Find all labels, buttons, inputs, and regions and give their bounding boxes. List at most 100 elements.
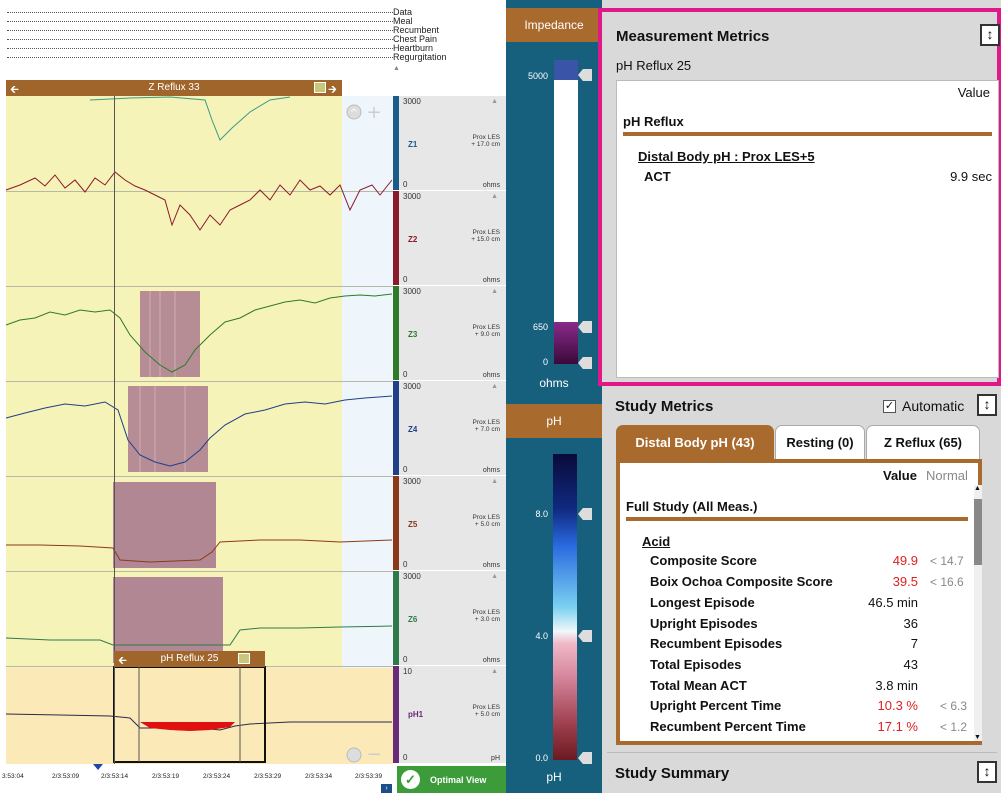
channel-up-icon[interactable]: ▲ xyxy=(491,98,498,105)
ph-reflux-bar[interactable]: 🡰 pH Reflux 25 xyxy=(114,651,265,667)
channel-max: 3000 xyxy=(403,192,421,201)
metric-normal: < 1.2 xyxy=(940,720,968,734)
metric-label: Boix Ochoa Composite Score xyxy=(650,574,833,589)
metric-value: 7 xyxy=(910,636,918,651)
channel-unit: ohms xyxy=(482,372,500,379)
ph-threshold-marker[interactable] xyxy=(578,630,592,642)
channel-name: Z4 xyxy=(408,425,418,434)
automatic-checkbox[interactable]: ✓ xyxy=(883,400,896,413)
metric-value: 49.9 xyxy=(892,553,918,568)
measurement-metrics-title: Measurement Metrics xyxy=(616,28,770,45)
impedance-gauge-title: Impedance xyxy=(506,8,602,42)
channel-z3[interactable]: 3000 ▲ Z3 Prox LES + 9.0 cm 0 ohms xyxy=(393,286,506,381)
ph-threshold-marker[interactable] xyxy=(578,508,592,520)
tracing-waveforms: ^ + − xyxy=(5,96,393,765)
scrollbar-thumb[interactable] xyxy=(974,499,982,565)
channel-up-icon[interactable]: ▲ xyxy=(491,383,498,390)
metric-label: Composite Score xyxy=(650,553,757,568)
study-summary-title[interactable]: Study Summary xyxy=(615,765,729,782)
time-axis: 3:53:04 2/3:53:09 2/3:53:14 2/3:53:19 2/… xyxy=(0,764,393,793)
metric-value: 46.5 min xyxy=(868,595,918,610)
ph-unit: pH xyxy=(546,770,562,784)
metric-value: 17.1 % xyxy=(877,719,918,734)
channel-up-icon[interactable]: ▲ xyxy=(491,193,498,200)
z2-trace xyxy=(5,171,393,231)
time-tick: 2/3:53:09 xyxy=(52,773,80,780)
ph-threshold-marker[interactable] xyxy=(578,752,592,764)
impedance-unit: ohms xyxy=(539,376,569,390)
scroll-up-icon[interactable]: ▲ xyxy=(393,64,506,73)
channel-location: Prox LES + 5.0 cm xyxy=(472,514,500,528)
section-divider xyxy=(623,132,992,136)
checkmark-icon: ✓ xyxy=(401,770,420,789)
event-labels: Data Meal Recumbent Chest Pain Heartburn… xyxy=(393,8,506,73)
channel-z1[interactable]: 3000 ▲ Z1 Prox LES + 17.0 cm 0 ohms xyxy=(393,96,506,191)
impedance-threshold-marker[interactable] xyxy=(578,321,592,333)
metric-label: Longest Episode xyxy=(650,595,755,610)
tab-resting[interactable]: Resting (0) xyxy=(775,425,865,459)
channel-location: Prox LES + 9.0 cm xyxy=(472,324,500,338)
gauges-panel: Impedance 5000 650 0 ohms pH 8.0 4.0 0.0… xyxy=(506,0,602,793)
channel-name: Z2 xyxy=(408,235,418,244)
channel-name: Z5 xyxy=(408,520,418,529)
scrollbar[interactable]: ▲ ▼ xyxy=(974,485,982,741)
scroll-up-icon[interactable]: ▲ xyxy=(974,485,981,492)
svg-text:+: + xyxy=(366,102,381,123)
act-value: 9.9 sec xyxy=(950,169,992,184)
measurement-metrics-panel: Measurement Metrics ↕ pH Reflux 25 Value… xyxy=(598,8,1001,386)
channel-unit: ohms xyxy=(482,467,500,474)
expand-icon[interactable]: ↕ xyxy=(977,761,997,783)
expand-icon[interactable]: ↕ xyxy=(977,394,997,416)
right-arrow-icon[interactable]: 🡲 xyxy=(328,81,337,100)
channel-z5[interactable]: 3000 ▲ Z5 Prox LES + 5.0 cm 0 ohms xyxy=(393,476,506,571)
channel-max: 10 xyxy=(403,667,412,676)
z-reflux-bar[interactable]: 🡰 Z Reflux 33 🡲 xyxy=(6,80,342,96)
ph-bar xyxy=(553,454,577,760)
tab-distal-body-ph[interactable]: Distal Body pH (43) xyxy=(616,425,774,459)
metric-label: Total Mean ACT xyxy=(650,678,747,693)
impedance-bar-white xyxy=(554,80,578,322)
impedance-threshold-marker[interactable] xyxy=(578,69,592,81)
channel-up-icon[interactable]: ▲ xyxy=(491,573,498,580)
channel-location: Prox LES + 3.0 cm xyxy=(472,609,500,623)
impedance-bar-low xyxy=(554,322,578,364)
metric-label: Upright Percent Time xyxy=(650,698,782,713)
impedance-tick: 5000 xyxy=(527,71,548,81)
section-divider xyxy=(626,517,968,521)
cursor-marker-icon[interactable] xyxy=(93,764,103,770)
channel-z4[interactable]: 3000 ▲ Z4 Prox LES + 7.0 cm 0 ohms xyxy=(393,381,506,476)
channel-up-icon[interactable]: ▲ xyxy=(491,288,498,295)
impedance-threshold-marker[interactable] xyxy=(578,357,592,369)
time-tick: 2/3:53:24 xyxy=(203,773,231,780)
impedance-tick: 0 xyxy=(542,357,548,367)
reflux-block-z3 xyxy=(140,291,200,377)
ph-tick: 0.0 xyxy=(535,753,548,763)
metric-normal: < 14.7 xyxy=(930,554,964,568)
notes-icon[interactable] xyxy=(314,82,326,93)
scroll-right-icon[interactable]: › xyxy=(381,784,392,793)
expand-icon[interactable]: ↕ xyxy=(980,24,1000,46)
tab-z-reflux[interactable]: Z Reflux (65) xyxy=(866,425,980,459)
notes-icon[interactable] xyxy=(238,653,250,664)
channel-min: 0 xyxy=(403,465,408,474)
channel-ph1[interactable]: 10 ▲ pH1 Prox LES + 5.0 cm 0 pH xyxy=(393,666,506,764)
tracing-chart[interactable]: ^ + − 🡰 Z Reflux 33 🡲 🡰 pH Reflux 25 3:5… xyxy=(0,0,393,793)
channel-z2[interactable]: 3000 ▲ Z2 Prox LES + 15.0 cm 0 ohms xyxy=(393,191,506,286)
channel-min: 0 xyxy=(403,655,408,664)
metric-normal: < 6.3 xyxy=(940,699,968,713)
channel-location: Prox LES + 7.0 cm xyxy=(472,419,500,433)
channel-up-icon[interactable]: ▲ xyxy=(491,668,498,675)
measurement-table: Value pH Reflux Distal Body pH : Prox LE… xyxy=(616,80,999,378)
channel-unit: pH xyxy=(491,755,500,762)
impedance-tick: 650 xyxy=(532,322,548,332)
channel-up-icon[interactable]: ▲ xyxy=(491,478,498,485)
time-tick: 2/3:53:34 xyxy=(305,773,333,780)
metric-label: Recumbent Percent Time xyxy=(650,719,806,734)
channel-name: Z6 xyxy=(408,615,418,624)
channel-min: 0 xyxy=(403,370,408,379)
normal-header: Normal xyxy=(926,468,968,483)
scroll-down-icon[interactable]: ▼ xyxy=(974,734,981,741)
channel-z6[interactable]: 3000 ▲ Z6 Prox LES + 3.0 cm 0 ohms xyxy=(393,571,506,666)
metric-value: 3.8 min xyxy=(875,678,918,693)
optimal-view-button[interactable]: ✓ Optimal View xyxy=(397,766,506,793)
